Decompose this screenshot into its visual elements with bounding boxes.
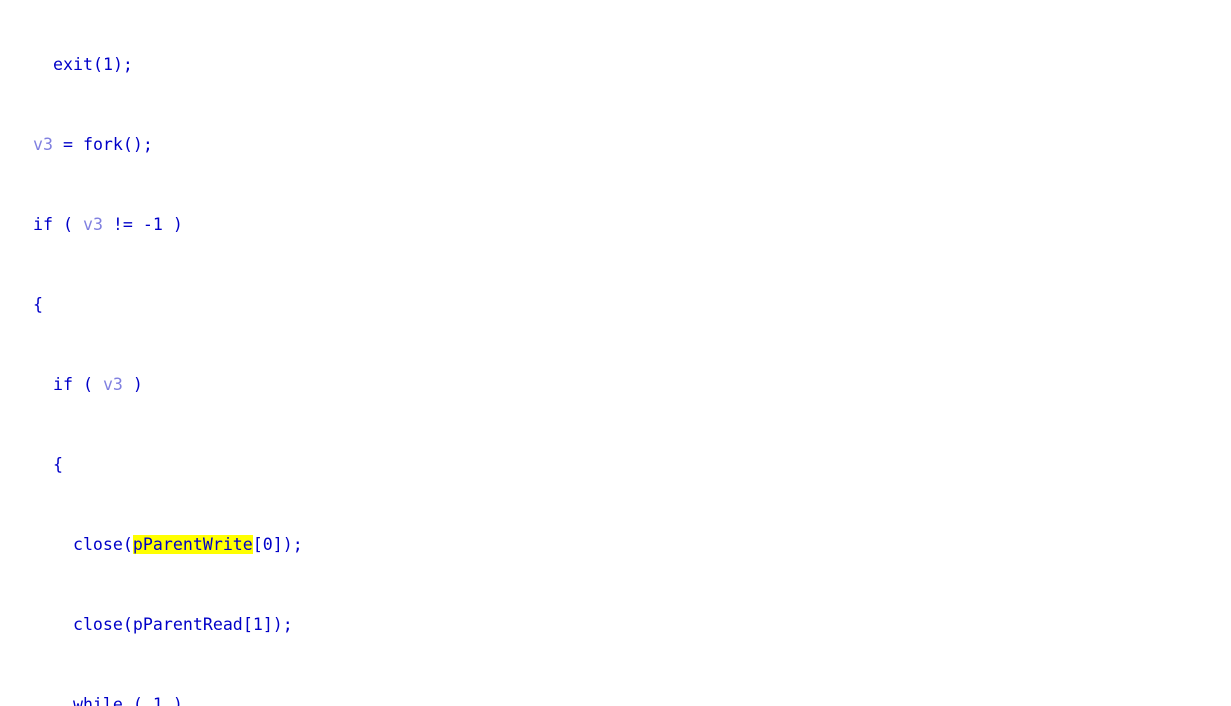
code-line[interactable]: while ( 1 ) — [13, 695, 573, 706]
token-function[interactable]: close — [73, 535, 123, 554]
code-line[interactable]: close(pParentWrite[0]); — [13, 535, 573, 555]
token-text: { — [13, 455, 63, 474]
token-text: ( — [52, 215, 83, 234]
token-text: 1 — [102, 55, 113, 74]
token-text: ( — [122, 615, 133, 634]
code-line[interactable]: if ( v3 != -1 ) — [13, 215, 573, 235]
token-keyword: if — [32, 215, 53, 234]
token-text: ) — [162, 215, 183, 234]
token-text: != — [102, 215, 143, 234]
token-text: 0 — [262, 535, 273, 554]
code-line[interactable]: { — [13, 455, 573, 475]
token-text: ) — [162, 695, 183, 706]
code-line[interactable]: close(pParentRead[1]); — [13, 615, 573, 635]
token-text: ( — [122, 535, 133, 554]
code-line[interactable]: { — [13, 295, 573, 315]
code-line[interactable]: exit(1); — [13, 55, 573, 75]
token-identifier[interactable]: pParentRead — [133, 615, 243, 634]
token-text: (); — [122, 135, 153, 154]
token-text: ( — [72, 375, 103, 394]
token-variable[interactable]: v3 — [33, 135, 53, 154]
token-highlighted-identifier[interactable]: pParentWrite — [132, 535, 253, 554]
token-text: { — [13, 295, 43, 314]
token-text: ); — [112, 55, 133, 74]
token-text: ( — [92, 55, 103, 74]
token-text: ( — [122, 695, 153, 706]
code-line[interactable]: if ( v3 ) — [13, 375, 573, 395]
token-keyword: if — [52, 375, 73, 394]
token-text: 1 — [152, 695, 163, 706]
code-lines-container[interactable]: exit(1); v3 = fork(); if ( v3 != -1 ) { … — [13, 0, 573, 706]
token-text: = — [52, 135, 83, 154]
token-variable[interactable]: v3 — [83, 215, 103, 234]
code-line[interactable]: v3 = fork(); — [13, 135, 573, 155]
token-text: exit — [52, 55, 93, 74]
token-text: ) — [122, 375, 143, 394]
token-text: ]); — [262, 615, 293, 634]
pseudocode-view[interactable]: exit(1); v3 = fork(); if ( v3 != -1 ) { … — [0, 0, 1231, 706]
token-text: -1 — [142, 215, 163, 234]
token-function[interactable]: close — [73, 615, 123, 634]
token-text: 1 — [252, 615, 263, 634]
token-text: [ — [252, 535, 263, 554]
token-variable[interactable]: v3 — [103, 375, 123, 394]
token-text: [ — [242, 615, 253, 634]
token-text: ]); — [272, 535, 303, 554]
token-keyword: while — [72, 695, 123, 706]
token-function[interactable]: fork — [83, 135, 123, 154]
